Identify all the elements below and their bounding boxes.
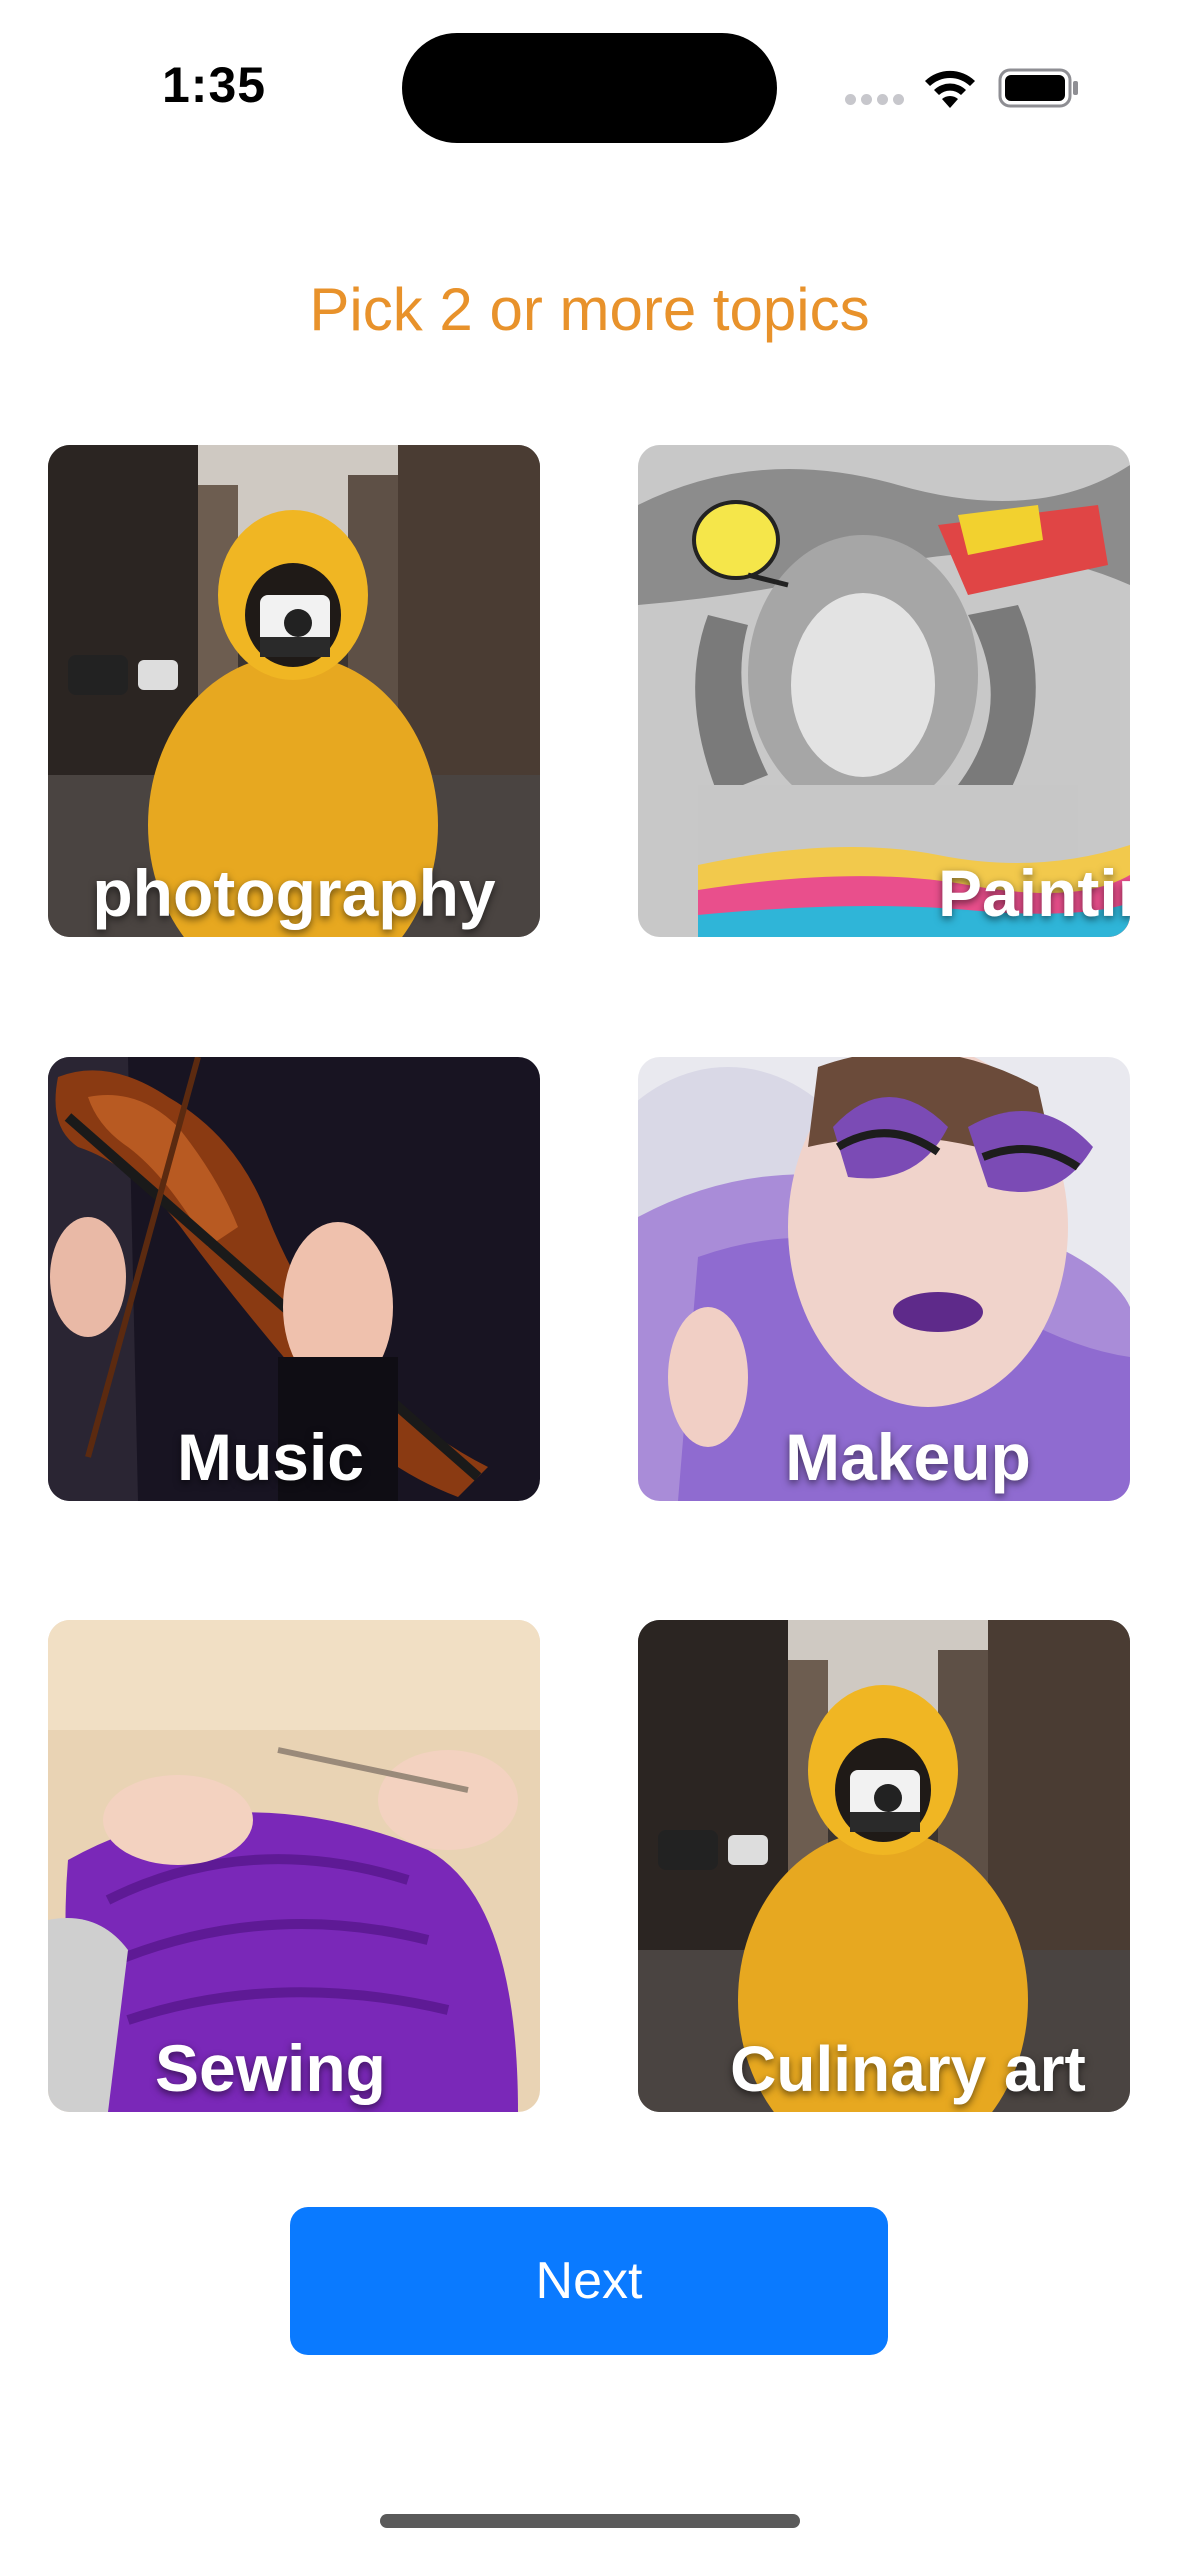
home-indicator [380, 2514, 800, 2528]
wifi-icon [925, 70, 975, 108]
topic-label: photography [92, 856, 496, 930]
battery-icon [998, 68, 1078, 108]
topic-label: Music [176, 1420, 365, 1494]
topic-label: Sewing [154, 2031, 387, 2105]
topic-card-painting[interactable]: Painting [638, 445, 1130, 937]
status-bar: 1:35 [0, 0, 1179, 170]
topic-label: Makeup [785, 1420, 1031, 1494]
next-button[interactable]: Next [290, 2207, 888, 2355]
dynamic-island [402, 33, 777, 143]
status-time: 1:35 [162, 57, 267, 113]
topic-card-music[interactable]: Music [48, 1057, 540, 1501]
topic-card-sewing[interactable]: Sewing [48, 1620, 540, 2112]
topic-card-photography[interactable]: photography [48, 445, 540, 937]
cellular-signal-icon [845, 94, 905, 108]
topic-label: Culinary art [730, 2033, 1086, 2105]
page-title: Pick 2 or more topics [309, 276, 870, 343]
topic-card-makeup[interactable]: Makeup [638, 1057, 1130, 1501]
topic-label: Painting [938, 856, 1130, 930]
topic-card-culinary-art[interactable]: Culinary art [638, 1620, 1130, 2112]
